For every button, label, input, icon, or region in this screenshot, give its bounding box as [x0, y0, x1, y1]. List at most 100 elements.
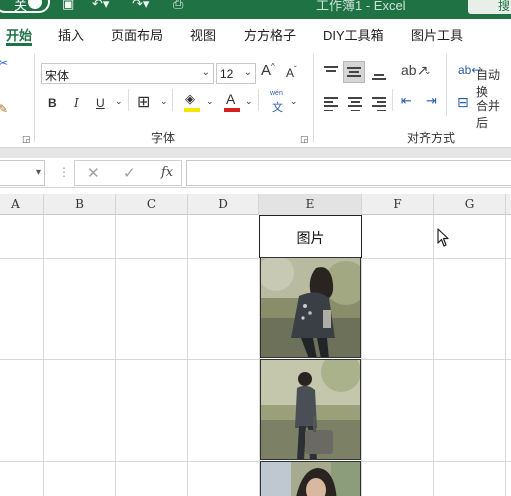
align-top-icon[interactable]: [324, 66, 338, 79]
chevron-down-icon[interactable]: ⌄: [115, 96, 123, 107]
column-header-e[interactable]: E: [259, 194, 362, 215]
align-middle-button[interactable]: [343, 61, 365, 83]
column-header-c[interactable]: C: [116, 194, 188, 215]
formula-bar: ▾ ⋮ ✕ ✓ fx: [0, 158, 511, 188]
cut-icon[interactable]: ✂: [0, 56, 8, 70]
tab-fangfang[interactable]: 方方格子: [244, 25, 296, 44]
tab-page-layout[interactable]: 页面布局: [111, 25, 163, 44]
separator: [128, 89, 129, 111]
clipboard-launcher-icon[interactable]: ◲: [22, 134, 31, 145]
chevron-down-icon[interactable]: ⌄: [206, 96, 214, 107]
photo-woman-luggage[interactable]: [260, 359, 361, 460]
font-launcher-icon[interactable]: ◲: [300, 134, 309, 145]
redo-icon[interactable]: ↷▾: [132, 0, 149, 12]
chevron-down-icon: ▾: [35, 167, 41, 178]
photo-image: [261, 360, 360, 459]
column-headers: A B C D E F G: [0, 194, 511, 215]
column-header-b[interactable]: B: [44, 194, 116, 215]
excel-window: 关 ▣ ↶▾ ↷▾ ⎙ 工作簿1 - Excel 搜 开始 插入 页面布局 视图…: [0, 0, 511, 496]
search-box[interactable]: 搜: [468, 0, 511, 14]
decrease-indent-icon[interactable]: ⇤: [401, 93, 412, 109]
cell-e1[interactable]: 图片: [259, 215, 362, 258]
bold-button[interactable]: B: [48, 96, 57, 110]
font-size-value: 12: [220, 67, 234, 81]
align-left-icon[interactable]: [324, 97, 338, 114]
font-group-label: 字体: [151, 131, 176, 145]
borders-icon[interactable]: ⊞: [137, 92, 150, 112]
column-header-f[interactable]: F: [362, 194, 434, 215]
formula-input[interactable]: [186, 160, 511, 186]
tab-insert[interactable]: 插入: [58, 25, 84, 44]
photo-image: [261, 462, 360, 496]
group-separator: [34, 54, 35, 142]
merge-center-button[interactable]: 合并后: [476, 97, 511, 131]
phonetic-icon[interactable]: 文: [272, 99, 283, 115]
cancel-button[interactable]: ✕: [87, 164, 100, 182]
photo-woman-jacket[interactable]: [260, 257, 361, 358]
title-bar: 关 ▣ ↶▾ ↷▾ ⎙ 工作簿1 - Excel 搜: [0, 0, 511, 19]
format-painter-icon[interactable]: ✎: [0, 102, 8, 116]
grow-font-button[interactable]: A^: [261, 62, 275, 79]
font-color-button[interactable]: A: [226, 91, 235, 107]
cell-e1-text: 图片: [296, 230, 325, 246]
tab-view[interactable]: 视图: [190, 25, 216, 44]
gridline: [0, 359, 511, 360]
search-hint: 搜: [498, 0, 511, 13]
separator: [172, 89, 173, 111]
grow-font-glyph: A: [261, 62, 272, 79]
font-name-select[interactable]: 宋体 ⌄: [41, 63, 214, 84]
shrink-font-button[interactable]: Aˇ: [286, 65, 297, 80]
ribbon-gap: [0, 148, 511, 158]
tab-diy-toolbox[interactable]: DIY工具箱: [323, 25, 384, 44]
quick-access-icon[interactable]: ⎙: [173, 0, 183, 12]
name-box[interactable]: ▾: [0, 160, 45, 186]
align-right-icon[interactable]: [372, 97, 386, 114]
separator: [392, 89, 393, 111]
save-icon[interactable]: ▣: [62, 0, 74, 12]
undo-icon[interactable]: ↶▾: [92, 0, 109, 12]
chevron-down-icon[interactable]: ⌄: [160, 96, 168, 107]
group-separator: [313, 54, 314, 142]
chevron-down-icon: ⌄: [201, 67, 210, 78]
merge-center-icon[interactable]: ⊟: [457, 94, 469, 111]
gridline: [0, 461, 511, 462]
mouse-cursor-icon: [437, 228, 449, 247]
ribbon: ✂ ✎ ◲ 宋体 ⌄ 12 ⌄ A^ Aˇ B I U ⌄ ⊞ ⌄ ◈ ⌄ A …: [0, 46, 511, 148]
align-middle-icon: [347, 67, 361, 80]
phonetic-top[interactable]: wén: [270, 90, 283, 97]
worksheet-grid: A B C D E F G 图片: [0, 194, 511, 496]
separator: [258, 89, 259, 111]
fill-color-swatch: [184, 108, 200, 112]
insert-function-button[interactable]: fx: [161, 165, 173, 180]
enter-button[interactable]: ✓: [123, 164, 136, 182]
formula-bar-grip[interactable]: ⋮: [58, 165, 70, 179]
chevron-down-icon[interactable]: ⌄: [424, 66, 432, 77]
alignment-group-label: 对齐方式: [407, 131, 456, 145]
italic-button[interactable]: I: [74, 96, 79, 110]
tab-home[interactable]: 开始: [6, 25, 32, 44]
underline-button[interactable]: U: [96, 96, 105, 110]
formula-buttons: ✕ ✓ fx: [74, 160, 182, 186]
separator: [446, 54, 447, 116]
tab-picture-tools[interactable]: 图片工具: [411, 25, 463, 44]
align-bottom-icon[interactable]: [372, 70, 386, 83]
chevron-down-icon[interactable]: ⌄: [245, 96, 253, 107]
wrap-text-button[interactable]: 自动换: [476, 66, 511, 100]
align-center-icon[interactable]: [348, 97, 362, 114]
chevron-down-icon: ⌄: [243, 67, 252, 78]
font-color-swatch: [224, 108, 240, 112]
font-name-value: 宋体: [45, 69, 70, 83]
column-header-g[interactable]: G: [434, 194, 506, 215]
font-size-select[interactable]: 12 ⌄: [216, 63, 256, 84]
photo-woman-portrait[interactable]: [260, 461, 361, 496]
shrink-font-glyph: A: [286, 66, 295, 80]
column-header-a[interactable]: A: [0, 194, 44, 215]
chevron-down-icon[interactable]: ⌄: [290, 96, 298, 107]
column-header-d[interactable]: D: [188, 194, 259, 215]
photo-image: [261, 258, 360, 357]
toggle-knob: [28, 0, 42, 9]
ribbon-tabs: 开始 插入 页面布局 视图 方方格子 DIY工具箱 图片工具: [0, 19, 511, 46]
gridline: [0, 258, 511, 259]
increase-indent-icon[interactable]: ⇥: [426, 93, 437, 109]
fill-color-icon[interactable]: ◈: [185, 91, 195, 107]
